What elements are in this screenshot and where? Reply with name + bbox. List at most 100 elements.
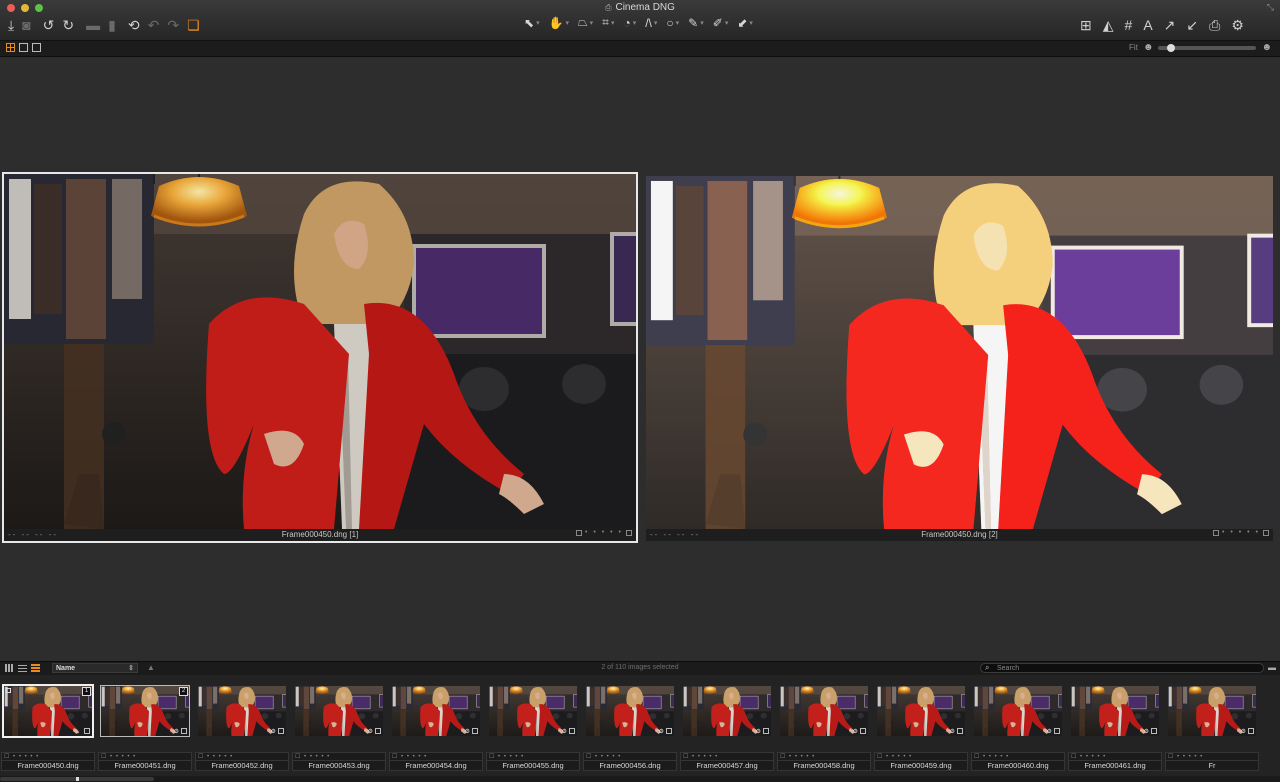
- thumbnail-tag-icon[interactable]: [84, 728, 90, 734]
- thumbnail-rating[interactable]: ☐ • • • • •: [98, 752, 192, 761]
- thumbnail[interactable]: ⚙: [1168, 686, 1256, 736]
- select-tool-icon[interactable]: ⬉ ▾: [524, 16, 540, 30]
- multi-view-icon[interactable]: [6, 43, 15, 52]
- brush-tool-icon[interactable]: ✎ ▾: [688, 16, 704, 30]
- undo-icon[interactable]: ↶: [148, 15, 160, 35]
- thumbnail-rating[interactable]: ☐ • • • • •: [971, 752, 1065, 761]
- thumbnail-rating[interactable]: ☐ • • • • •: [777, 752, 871, 761]
- print-icon[interactable]: ⎙: [1209, 15, 1220, 35]
- thumbnail-tag-icon[interactable]: [181, 728, 187, 734]
- dropdown-caret-icon: ▾: [653, 19, 658, 27]
- thumbnail[interactable]: ⚙: [392, 686, 480, 736]
- viewer-pane-primary[interactable]: -- -- -- -- Frame000450.dng [1] • • • • •: [2, 172, 638, 543]
- annotation-tool-icon[interactable]: ⬋ ▾: [737, 16, 753, 30]
- thumbnail-meta: ☐ • • • • • Frame000458.dng: [777, 752, 871, 772]
- zoom-slider[interactable]: [1158, 43, 1257, 52]
- single-view-icon[interactable]: [19, 43, 28, 52]
- thumbnail-tag-icon[interactable]: [957, 728, 963, 734]
- thumbnail-rating[interactable]: ☐ • • • • •: [292, 752, 386, 761]
- thumbnail-meta: ☐ • • • • • Frame000461.dng: [1068, 752, 1162, 772]
- thumbnail-rating[interactable]: ☐ • • • • •: [195, 752, 289, 761]
- thumbnail-tag-icon[interactable]: [472, 728, 478, 734]
- thumbnail-tag-icon[interactable]: [278, 728, 284, 734]
- rotate-right-icon[interactable]: ↻: [62, 15, 74, 35]
- pane-rating[interactable]: • • • • •: [575, 529, 632, 536]
- hand-tool-icon[interactable]: ✋ ▾: [549, 16, 569, 30]
- thumbnail[interactable]: 1: [2, 684, 94, 738]
- text-icon[interactable]: A: [1143, 15, 1152, 35]
- thumbnail-rating[interactable]: ☐ • • • • •: [874, 752, 968, 761]
- adjusted-gear-icon: ⚙: [1240, 729, 1246, 735]
- thumbnail[interactable]: ⚙: [586, 686, 674, 736]
- copy-adjustments-icon[interactable]: ↗: [1164, 15, 1176, 35]
- revert-icon[interactable]: ⟲: [128, 15, 140, 35]
- adjusted-gear-icon: ⚙: [949, 729, 955, 735]
- fullscreen-icon[interactable]: ⤡: [1267, 2, 1274, 13]
- filmstrip-scrollbar[interactable]: [0, 776, 1280, 782]
- rotate-left-icon[interactable]: ↺: [43, 15, 55, 35]
- viewer-pane-secondary[interactable]: -- -- -- -- Frame000450.dng [2] • • • • •: [646, 176, 1273, 541]
- thumbnail-tag-icon[interactable]: [860, 728, 866, 734]
- thumbnail-tag-icon[interactable]: [569, 728, 575, 734]
- thumbnail[interactable]: ⚙: [295, 686, 383, 736]
- thumbnail-rating[interactable]: ☐ • • • • •: [1, 752, 95, 761]
- thumbnail[interactable]: ⚙: [489, 686, 577, 736]
- search-input[interactable]: ⌕ Search: [980, 663, 1264, 673]
- thumbnail[interactable]: ⚙: [683, 686, 771, 736]
- thumbnail[interactable]: ⚙: [1071, 686, 1159, 736]
- import-icon[interactable]: ⤓: [8, 15, 14, 35]
- star-rating[interactable]: • • • • •: [585, 529, 623, 536]
- crop-tool-icon[interactable]: ⌗ ▾: [602, 15, 614, 30]
- thumbnail-filename: Frame000453.dng: [292, 761, 386, 771]
- thumbnail-rating[interactable]: ☐ • • • • •: [1165, 752, 1259, 761]
- adjustments-badge-icon[interactable]: [626, 529, 632, 536]
- checkbox-icon[interactable]: [6, 688, 11, 693]
- thumbnail[interactable]: ⚙: [780, 686, 868, 736]
- settings-icon[interactable]: ⚙: [1231, 15, 1244, 35]
- grid-icon[interactable]: #: [1125, 15, 1133, 35]
- stack-icon[interactable]: ❏: [187, 15, 200, 35]
- eyedropper-tool-icon[interactable]: ✐ ▾: [713, 16, 729, 30]
- thumbnail-tag-icon[interactable]: [375, 728, 381, 734]
- trash-icon[interactable]: ▮: [108, 15, 116, 35]
- thumbnail[interactable]: ⚙: [198, 686, 286, 736]
- adjustments-badge-icon[interactable]: [1263, 529, 1269, 536]
- zoom-fit-label[interactable]: Fit: [1129, 43, 1138, 52]
- thumbnail-meta: ☐ • • • • • Frame000456.dng: [583, 752, 677, 772]
- thumbnail-rating[interactable]: ☐ • • • • •: [583, 752, 677, 761]
- color-tag-icon[interactable]: [575, 529, 582, 536]
- thumbnail-rating[interactable]: ☐ • • • • •: [680, 752, 774, 761]
- layout-panels-icon[interactable]: ⊞: [1080, 15, 1092, 35]
- thumbnail-meta: ☐ • • • • • Frame000460.dng: [971, 752, 1065, 772]
- thumbnail[interactable]: 2 ⚙: [100, 685, 190, 737]
- folder-icon[interactable]: ▬: [86, 15, 100, 35]
- filmstrip-view-icon[interactable]: [32, 43, 41, 52]
- thumbnail-tag-icon[interactable]: [666, 728, 672, 734]
- thumbnail-tag-icon[interactable]: [1054, 728, 1060, 734]
- keystone-tool-icon[interactable]: ⏢ ▾: [578, 15, 593, 30]
- browser-menu-icon[interactable]: ▬: [1268, 663, 1276, 672]
- thumbnail-rating[interactable]: ☐ • • • • •: [486, 752, 580, 761]
- thumbnail[interactable]: ⚙: [974, 686, 1062, 736]
- pane-footer: -- -- -- -- Frame000450.dng [2] • • • • •: [646, 529, 1273, 541]
- zoom-slider-knob[interactable]: [1167, 43, 1176, 52]
- paste-adjustments-icon[interactable]: ↙: [1186, 15, 1198, 35]
- lens-tool-icon[interactable]: /\ ▾: [645, 16, 657, 30]
- exposure-warning-icon[interactable]: ◭: [1103, 15, 1114, 35]
- thumbnail-rating[interactable]: ☐ • • • • •: [389, 752, 483, 761]
- thumbnail[interactable]: ⚙: [877, 686, 965, 736]
- thumbnail-tag-icon[interactable]: [1151, 728, 1157, 734]
- circle-tool-icon[interactable]: ○ ▾: [666, 16, 679, 30]
- rotate-tool-icon[interactable]: ◔ ▾: [623, 16, 636, 30]
- star-rating[interactable]: • • • • •: [1222, 529, 1260, 536]
- thumbnail-filename: Frame000454.dng: [389, 761, 483, 771]
- color-tag-icon[interactable]: [1212, 529, 1219, 536]
- thumbnail-tag-icon[interactable]: [763, 728, 769, 734]
- adjusted-gear-icon: ⚙: [173, 729, 179, 735]
- pane-rating[interactable]: • • • • •: [1212, 529, 1269, 536]
- redo-icon[interactable]: ↷: [167, 15, 179, 35]
- filmstrip: 1 ☐ • • • • • Frame000450.dng 2 ⚙ ☐ • • • • …: [0, 675, 1280, 782]
- camera-icon[interactable]: ◙: [22, 15, 30, 35]
- thumbnail-rating[interactable]: ☐ • • • • •: [1068, 752, 1162, 761]
- thumbnail-tag-icon[interactable]: [1248, 728, 1254, 734]
